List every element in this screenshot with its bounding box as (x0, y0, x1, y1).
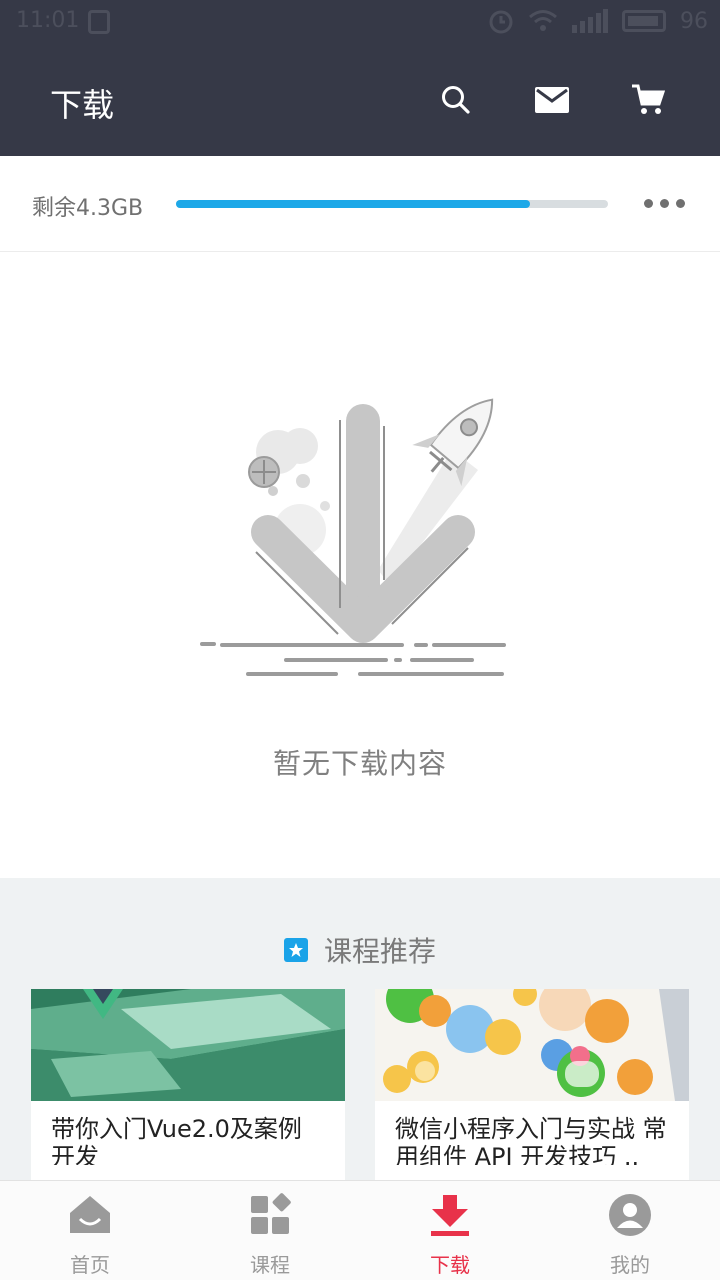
more-dot-icon (675, 198, 685, 208)
recommend-header: 课程推荐 (0, 930, 720, 970)
signal-icon (572, 9, 608, 33)
notification-icon (88, 10, 110, 34)
status-indicators: 96 (488, 8, 708, 34)
storage-panel: 剩余4.3GB (0, 156, 720, 252)
tab-courses[interactable]: 课程 (180, 1181, 360, 1280)
mail-icon (535, 87, 569, 113)
profile-icon-wrap (608, 1193, 652, 1237)
download-icon (431, 1195, 469, 1236)
courses-icon-wrap (248, 1193, 292, 1237)
download-icon-wrap (428, 1193, 472, 1237)
tab-download-label: 下载 (430, 1253, 470, 1277)
search-button[interactable] (434, 78, 478, 122)
course-thumbnail (31, 989, 345, 1101)
bottom-tab-bar: 首页 课程 下载 我的 (0, 1180, 720, 1280)
storage-progress-bar (176, 200, 608, 208)
star-icon (283, 938, 308, 962)
home-icon-wrap (68, 1193, 112, 1237)
alarm-icon (489, 10, 513, 34)
more-dot-icon (643, 198, 653, 208)
home-icon (70, 1196, 110, 1233)
search-icon (442, 86, 470, 114)
tab-home-label: 首页 (70, 1253, 110, 1277)
tab-profile-label: 我的 (610, 1253, 650, 1277)
course-title: 微信小程序入门与实战 常用组件 API 开发技巧 .. (395, 1115, 667, 1165)
course-card[interactable]: 微信小程序入门与实战 常用组件 API 开发技巧 .. (375, 989, 689, 1180)
profile-icon (609, 1194, 651, 1236)
empty-state-message: 暂无下载内容 (272, 747, 447, 780)
recommended-courses-section: 课程推荐 带你入门Vue2.0及案例开发 微信小程序入门与实战 常用组件 API… (0, 878, 720, 1180)
battery-icon (622, 10, 666, 32)
cart-button[interactable] (626, 78, 670, 122)
courses-icon (251, 1193, 291, 1234)
empty-download-illustration (200, 398, 506, 676)
battery-level: 96 (680, 8, 708, 34)
page-title: 下载 (50, 86, 115, 124)
more-options-button[interactable] (636, 188, 692, 218)
cart-icon (632, 84, 665, 114)
course-title: 带你入门Vue2.0及案例开发 (51, 1115, 302, 1165)
recommend-title: 课程推荐 (323, 935, 436, 968)
storage-remaining-label: 剩余4.3GB (32, 196, 144, 221)
course-card[interactable]: 带你入门Vue2.0及案例开发 (31, 989, 345, 1180)
tab-courses-label: 课程 (250, 1253, 290, 1277)
more-dot-icon (659, 198, 669, 208)
wifi-icon (529, 10, 557, 31)
status-time: 11:01 (16, 8, 80, 33)
messages-button[interactable] (530, 78, 574, 122)
course-thumbnail (375, 989, 689, 1101)
tab-home[interactable]: 首页 (0, 1181, 180, 1280)
tab-profile[interactable]: 我的 (540, 1181, 720, 1280)
storage-progress-fill (176, 200, 531, 208)
app-header: 11:01 96 下载 (0, 0, 720, 156)
status-bar: 11:01 96 (0, 0, 720, 44)
tab-download[interactable]: 下载 (360, 1181, 540, 1280)
